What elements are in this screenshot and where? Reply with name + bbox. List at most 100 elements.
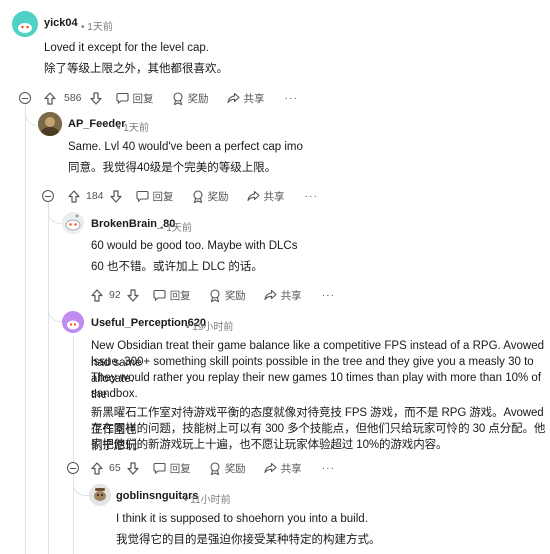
comment-time: • 1天前 xyxy=(81,18,113,33)
reply-button[interactable]: 回复 xyxy=(115,91,154,106)
separator-dot: • xyxy=(81,22,85,33)
thread-connector xyxy=(25,104,37,126)
award-button[interactable]: 奖励 xyxy=(209,288,246,303)
reply-button[interactable]: 回复 xyxy=(153,461,191,476)
reply-button[interactable]: 回复 xyxy=(153,288,191,303)
comment-icon xyxy=(115,92,129,104)
share-button[interactable]: 共享 xyxy=(264,461,302,476)
downvote-button[interactable] xyxy=(127,461,139,475)
comment-text-en-line: sandbox. xyxy=(91,388,138,400)
award-icon xyxy=(210,288,220,302)
comment-time: • 1天前 xyxy=(160,219,192,234)
collapse-thread-button[interactable] xyxy=(42,190,54,202)
share-icon xyxy=(226,92,240,104)
avatar[interactable] xyxy=(38,112,62,136)
thread-connector xyxy=(48,300,62,322)
share-label: 共享 xyxy=(263,190,285,203)
comment-text-zh: 除了等级上限之外，其他都很喜欢。 xyxy=(44,63,228,75)
collapse-thread-button[interactable] xyxy=(67,462,79,474)
downvote-button[interactable] xyxy=(109,189,122,203)
reply-button[interactable]: 回复 xyxy=(135,189,174,204)
vote-count: 65 xyxy=(109,462,121,474)
upvote-button[interactable] xyxy=(68,189,80,203)
separator-dot: • xyxy=(186,322,190,333)
thread-line-root xyxy=(25,104,26,554)
award-button[interactable]: 奖励 xyxy=(192,189,229,204)
timestamp: 1天前 xyxy=(166,223,192,234)
snoo-avatar-icon xyxy=(62,212,84,234)
avatar[interactable] xyxy=(12,11,38,37)
award-icon xyxy=(192,189,203,203)
share-label: 共享 xyxy=(280,462,302,475)
award-label: 奖励 xyxy=(224,462,246,475)
reply-label: 回复 xyxy=(169,462,191,475)
avatar[interactable] xyxy=(62,311,84,333)
downvote-icon xyxy=(109,189,122,203)
share-label: 共享 xyxy=(243,92,265,105)
award-label: 奖励 xyxy=(224,289,246,302)
more-options-button[interactable]: ··· xyxy=(322,462,336,474)
separator-dot: • xyxy=(184,495,188,506)
vote-count: 586 xyxy=(64,92,82,104)
thread-connector xyxy=(48,202,62,224)
upvote-button[interactable] xyxy=(44,91,56,105)
award-button[interactable]: 奖励 xyxy=(172,91,209,106)
snoo-avatar-icon xyxy=(12,11,38,37)
comment-text-en: Loved it except for the level cap. xyxy=(44,42,209,54)
timestamp: 1天前 xyxy=(123,123,149,134)
more-options-button[interactable]: ··· xyxy=(322,289,336,301)
downvote-button[interactable] xyxy=(127,288,139,302)
avatar[interactable] xyxy=(89,484,111,506)
share-button[interactable]: 共享 xyxy=(246,189,285,204)
collapse-thread-button[interactable] xyxy=(19,92,31,104)
comment-author[interactable]: yick04 xyxy=(44,17,78,29)
award-label: 奖励 xyxy=(207,190,229,203)
snoo-avatar-icon xyxy=(89,484,111,506)
avatar[interactable] xyxy=(62,212,84,234)
comment-time: • 1天前 xyxy=(117,119,149,134)
upvote-button[interactable] xyxy=(91,461,103,475)
timestamp: 1天前 xyxy=(87,22,113,33)
comment-text-zh: 我觉得它的目的是强迫你接受某种特定的构建方式。 xyxy=(116,534,381,546)
award-label: 奖励 xyxy=(187,92,209,105)
separator-dot: • xyxy=(160,223,164,234)
more-options-button[interactable]: ··· xyxy=(285,92,299,104)
vote-count: 92 xyxy=(109,289,121,301)
award-button[interactable]: 奖励 xyxy=(209,461,246,476)
comment-text-en: I think it is supposed to shoehorn you i… xyxy=(116,513,368,525)
share-icon xyxy=(264,289,277,301)
timestamp: 11小时前 xyxy=(190,495,231,506)
comment-text-en-line: They would rather you replay their new g… xyxy=(91,372,542,401)
comment-text-en: Same. Lvl 40 would've been a perfect cap… xyxy=(68,141,303,153)
reply-label: 回复 xyxy=(132,92,154,105)
timestamp: 19小时前 xyxy=(192,322,234,333)
upvote-button[interactable] xyxy=(91,288,103,302)
comment-actions: 184 回复 奖励 共享 ··· xyxy=(68,188,318,204)
snoo-avatar-icon xyxy=(62,311,84,333)
reply-label: 回复 xyxy=(169,289,191,302)
share-button[interactable]: 共享 xyxy=(226,91,265,106)
comment-text-zh-line: 家把他们的新游戏玩上十遍，也不愿让玩家体验超过 10%的游戏内容。 xyxy=(91,439,448,451)
comment-actions: 586 回复 奖励 共享 ··· xyxy=(44,90,298,106)
share-label: 共享 xyxy=(280,289,302,302)
comment-time: • 11小时前 xyxy=(184,491,231,506)
profile-photo-icon xyxy=(38,112,62,136)
comment-icon xyxy=(135,190,149,202)
share-icon xyxy=(246,190,260,202)
upvote-icon xyxy=(91,461,103,475)
thread-line-useful xyxy=(73,336,74,466)
downvote-button[interactable] xyxy=(89,91,102,105)
comment-text-zh: 60 也不错。或许加上 DLC 的话。 xyxy=(91,261,263,273)
comment-actions: 65 回复 奖励 共享 ··· xyxy=(91,460,335,476)
comment-text-zh: 同意。我觉得40级是个完美的等级上限。 xyxy=(68,162,277,174)
comment-text-en: 60 would be good too. Maybe with DLCs xyxy=(91,240,298,252)
upvote-icon xyxy=(68,189,80,203)
comment-time: • 19小时前 xyxy=(186,318,233,333)
more-options-button[interactable]: ··· xyxy=(305,190,319,202)
separator-dot: • xyxy=(117,123,121,134)
downvote-icon xyxy=(127,461,139,475)
thread-connector xyxy=(73,474,89,496)
share-button[interactable]: 共享 xyxy=(264,288,302,303)
vote-count: 184 xyxy=(86,190,104,202)
share-icon xyxy=(264,462,277,474)
